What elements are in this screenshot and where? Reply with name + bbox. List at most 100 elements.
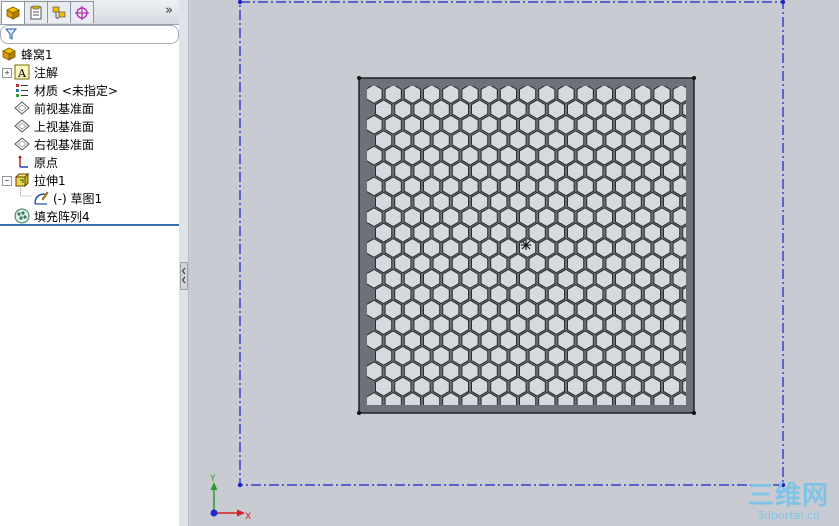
hex-hole[interactable]	[432, 376, 450, 397]
hex-hole[interactable]	[624, 315, 642, 335]
hex-hole[interactable]	[528, 376, 546, 397]
hex-hole[interactable]	[432, 315, 450, 335]
hex-hole[interactable]	[586, 222, 604, 243]
hex-hole[interactable]	[567, 376, 585, 397]
hex-hole[interactable]	[547, 99, 565, 120]
hex-hole[interactable]	[634, 238, 652, 258]
plate-vertex[interactable]	[692, 411, 696, 415]
hex-hole[interactable]	[490, 315, 508, 335]
hex-hole[interactable]	[480, 145, 498, 166]
hex-hole[interactable]	[547, 222, 565, 243]
hex-hole[interactable]	[576, 145, 594, 166]
hex-hole[interactable]	[547, 376, 565, 397]
hex-hole[interactable]	[634, 361, 652, 382]
hex-hole[interactable]	[576, 114, 594, 135]
hex-hole[interactable]	[461, 299, 479, 320]
hex-hole[interactable]	[403, 238, 421, 258]
hex-hole[interactable]	[557, 207, 575, 228]
hex-hole[interactable]	[413, 376, 431, 397]
hex-hole[interactable]	[451, 345, 469, 366]
hex-hole[interactable]	[586, 376, 604, 397]
hex-hole[interactable]	[499, 85, 517, 104]
hex-hole[interactable]	[413, 253, 431, 274]
tab-configuration-manager[interactable]	[47, 1, 71, 23]
hex-hole[interactable]	[394, 376, 412, 397]
hex-hole[interactable]	[384, 114, 402, 135]
hex-hole[interactable]	[375, 130, 393, 151]
hex-hole[interactable]	[490, 191, 508, 212]
hex-hole[interactable]	[663, 130, 681, 151]
hex-hole[interactable]	[394, 284, 412, 305]
hex-hole[interactable]	[538, 207, 556, 228]
hex-hole[interactable]	[423, 238, 441, 258]
hex-hole[interactable]	[547, 161, 565, 181]
graphics-viewport[interactable]: Y X 三维网 3dportal.cn	[189, 0, 839, 526]
hex-hole[interactable]	[461, 330, 479, 351]
hex-hole[interactable]	[480, 330, 498, 351]
hex-hole[interactable]	[490, 161, 508, 181]
hex-hole[interactable]	[394, 253, 412, 274]
hex-hole[interactable]	[595, 114, 613, 135]
hex-hole[interactable]	[634, 268, 652, 289]
hex-hole[interactable]	[663, 99, 681, 120]
hex-hole[interactable]	[480, 299, 498, 320]
tab-feature-manager[interactable]	[1, 1, 25, 24]
hex-hole[interactable]	[663, 191, 681, 212]
hex-hole[interactable]	[576, 330, 594, 351]
panel-splitter[interactable]	[179, 0, 189, 526]
hex-hole[interactable]	[615, 299, 633, 320]
hex-hole[interactable]	[576, 207, 594, 228]
hex-hole[interactable]	[547, 284, 565, 305]
hex-hole[interactable]	[586, 191, 604, 212]
hex-hole[interactable]	[653, 299, 671, 320]
hex-hole[interactable]	[547, 253, 565, 274]
tree-item-fill-pattern[interactable]: 填充阵列4	[14, 207, 90, 225]
hex-hole[interactable]	[605, 253, 623, 274]
hex-hole[interactable]	[384, 299, 402, 320]
hex-hole[interactable]	[576, 238, 594, 258]
plate-vertex[interactable]	[357, 76, 361, 80]
hex-hole[interactable]	[643, 130, 661, 151]
hex-hole[interactable]	[384, 330, 402, 351]
hex-hole[interactable]	[394, 315, 412, 335]
hex-hole[interactable]	[471, 376, 489, 397]
hex-hole[interactable]	[461, 361, 479, 382]
hex-hole[interactable]	[480, 361, 498, 382]
hex-hole[interactable]	[615, 330, 633, 351]
hex-hole[interactable]	[509, 284, 527, 305]
hex-hole[interactable]	[595, 299, 613, 320]
hex-hole[interactable]	[557, 238, 575, 258]
hex-hole[interactable]	[366, 114, 383, 135]
hex-hole[interactable]	[480, 85, 498, 104]
hex-hole[interactable]	[461, 238, 479, 258]
hex-hole[interactable]	[653, 268, 671, 289]
hex-hole[interactable]	[615, 361, 633, 382]
hex-hole[interactable]	[384, 145, 402, 166]
hex-hole[interactable]	[413, 315, 431, 335]
tab-dimxpert-manager[interactable]	[70, 1, 94, 23]
hex-hole[interactable]	[624, 284, 642, 305]
hex-hole[interactable]	[567, 345, 585, 366]
hex-hole[interactable]	[615, 176, 633, 197]
hex-hole[interactable]	[509, 315, 527, 335]
hex-hole[interactable]	[394, 130, 412, 151]
hex-hole[interactable]	[605, 345, 623, 366]
hex-hole[interactable]	[451, 284, 469, 305]
hex-hole[interactable]	[643, 345, 661, 366]
hex-hole[interactable]	[624, 130, 642, 151]
tree-item-right-plane[interactable]: 右视基准面	[14, 135, 94, 153]
hex-hole[interactable]	[451, 376, 469, 397]
hex-hole[interactable]	[519, 268, 537, 289]
hex-hole[interactable]	[567, 161, 585, 181]
hex-hole[interactable]	[519, 145, 537, 166]
hex-hole[interactable]	[432, 130, 450, 151]
hex-hole[interactable]	[519, 361, 537, 382]
rollback-bar[interactable]	[0, 224, 179, 226]
hex-hole[interactable]	[519, 299, 537, 320]
hex-hole[interactable]	[538, 299, 556, 320]
hex-hole[interactable]	[403, 145, 421, 166]
hex-hole[interactable]	[384, 361, 402, 382]
hex-hole[interactable]	[643, 284, 661, 305]
hex-hole[interactable]	[595, 330, 613, 351]
hex-hole[interactable]	[653, 114, 671, 135]
